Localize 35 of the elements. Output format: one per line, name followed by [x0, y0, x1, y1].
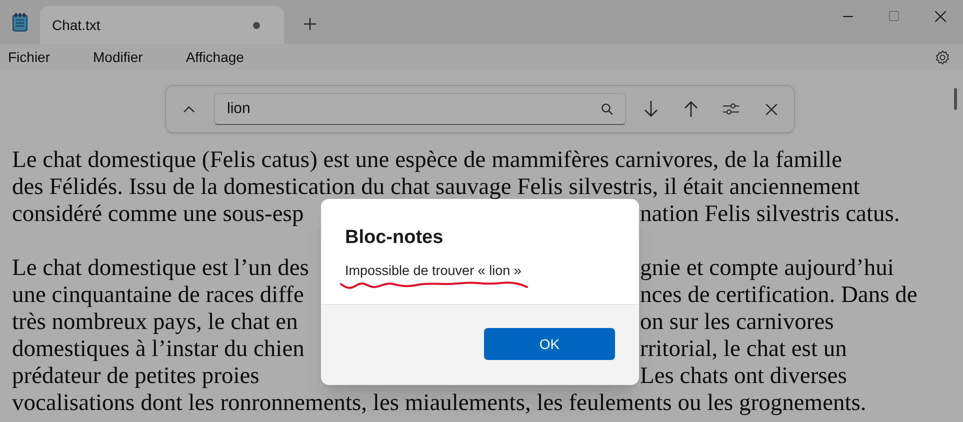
text-line: des Félidés. Issu de la domestication du chat sauvage Felis silvestris, il était anciennement: [12, 174, 860, 201]
file-tab[interactable]: Chat.txt: [40, 6, 284, 44]
settings-icon[interactable]: [935, 50, 950, 64]
sliders-icon: [723, 102, 739, 116]
maximize-icon: [889, 11, 899, 21]
text-line: nces de certification. Dans de: [640, 282, 918, 309]
text-line: nation Felis silvestris catus.: [640, 201, 900, 228]
text-line: gnie et compte aujourd’hui: [640, 255, 894, 282]
dialog-title: Bloc-notes: [345, 226, 444, 250]
text-line: Le chat domestique est l’un des: [12, 255, 310, 282]
text-line: Les chats ont diverses: [640, 363, 847, 390]
dialog-message: Impossible de trouver « lion »: [345, 262, 522, 280]
text-line: on sur les carnivores: [640, 309, 834, 336]
text-line: rritorial, le chat est un: [640, 336, 847, 363]
menu-item[interactable]: Modifier: [85, 44, 151, 70]
menu-item[interactable]: Affichage: [178, 44, 252, 70]
notepad-icon: [12, 12, 28, 32]
close-icon: [934, 10, 946, 22]
text-line: très nombreux pays, le chat en: [12, 309, 299, 336]
text-line: une cinquantaine de races diffe: [12, 282, 305, 309]
ok-button[interactable]: OK: [484, 328, 615, 360]
text-line: vocalisations dont les ronronnements, les miaulements, les feulements ou les grognements.: [12, 390, 866, 417]
scrollbar-thumb[interactable]: [954, 88, 957, 110]
plus-icon: [304, 18, 316, 30]
chevron-up-icon: [183, 106, 195, 112]
text-line: Le chat domestique (Felis catus) est une espèce de mammifères carnivores, de la famille: [12, 147, 842, 174]
text-line: considéré comme une sous-esp: [12, 201, 305, 228]
search-field[interactable]: lion: [214, 93, 626, 125]
text-line: domestiques à l’instar du chien: [12, 336, 306, 363]
menu-item[interactable]: Fichier: [0, 44, 58, 70]
close-icon: [766, 104, 776, 114]
up-arrow-icon: [684, 101, 698, 117]
down-arrow-icon: [644, 101, 658, 117]
text-line: prédateur de petites proies: [12, 363, 260, 390]
search-icon: [601, 103, 613, 115]
